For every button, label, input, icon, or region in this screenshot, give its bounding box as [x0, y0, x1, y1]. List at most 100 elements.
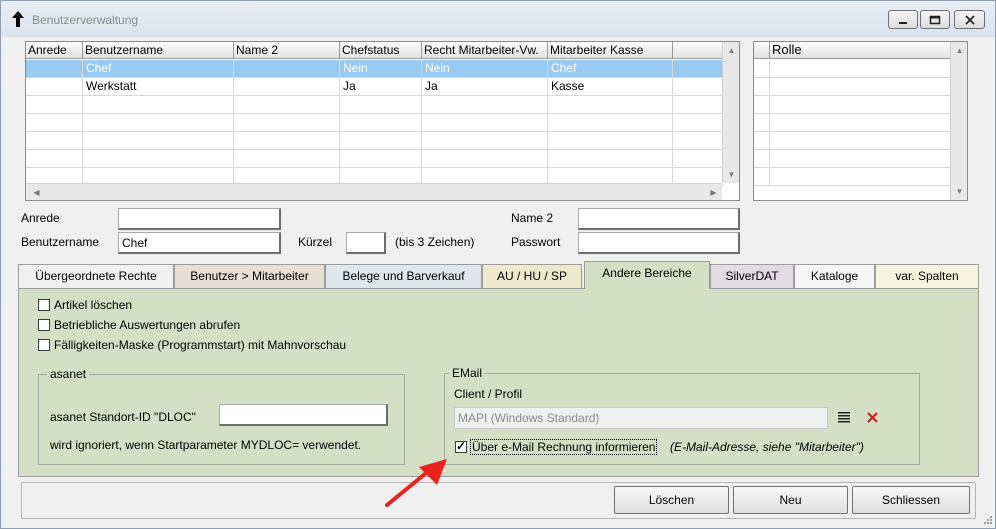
cell: Nein	[422, 60, 548, 78]
resize-grip-icon[interactable]	[981, 515, 993, 527]
cell: Nein	[340, 60, 422, 78]
title-bar: Benutzerverwaltung	[1, 1, 995, 37]
scroll-up-icon[interactable]: ▲	[951, 42, 967, 59]
checkbox-checked[interactable]	[455, 439, 467, 453]
restore-icon	[929, 15, 941, 24]
asanet-standort-label: asanet Standort-ID "DLOC"	[50, 410, 196, 424]
role-col-indicator	[754, 42, 770, 59]
anrede-label: Anrede	[21, 211, 60, 225]
users-grid[interactable]: Anrede Benutzername Name 2 Chefstatus Re…	[25, 41, 740, 201]
cell: Ja	[340, 78, 422, 96]
email-inform-option[interactable]: Über e-Mail Rechnung informieren	[455, 439, 658, 455]
cell: Chef	[548, 60, 673, 78]
tab-uebergeordnete-rechte[interactable]: Übergeordnete Rechte	[18, 264, 174, 288]
kuerzel-hint: (bis 3 Zeichen)	[395, 235, 475, 249]
email-inform-hint: (E-Mail-Adresse, siehe "Mitarbeiter")	[670, 440, 864, 454]
tab-au-hu-sp[interactable]: AU / HU / SP	[482, 264, 582, 288]
email-inform-label: Über e-Mail Rechnung informieren	[470, 439, 658, 455]
permission-faelligkeiten[interactable]: Fälligkeiten-Maske (Programmstart) mit M…	[38, 338, 346, 352]
vertical-scrollbar[interactable]: ▲ ▼	[722, 42, 739, 183]
email-group-title: EMail	[449, 366, 486, 380]
scroll-left-icon[interactable]: ◀	[28, 184, 45, 200]
cell	[234, 78, 340, 96]
cell: Ja	[422, 78, 548, 96]
col-header-empty	[673, 42, 724, 59]
table-row-empty	[26, 150, 724, 168]
kuerzel-field[interactable]	[346, 232, 386, 254]
checkbox[interactable]	[38, 339, 50, 351]
scroll-down-icon[interactable]: ▼	[723, 166, 739, 183]
close-window-button[interactable]	[954, 10, 985, 29]
checkbox[interactable]	[38, 299, 50, 311]
table-row-empty	[26, 96, 724, 114]
role-vertical-scrollbar[interactable]: ▲ ▼	[950, 42, 967, 200]
name2-label: Name 2	[511, 211, 554, 225]
permission-artikel-loeschen[interactable]: Artikel löschen	[38, 298, 132, 312]
close-icon	[964, 14, 975, 25]
cell	[26, 78, 83, 96]
checkbox-label: Betriebliche Auswertungen abrufen	[54, 318, 241, 332]
asanet-group-title: asanet	[47, 367, 90, 381]
benutzername-label: Benutzername	[21, 235, 100, 249]
permission-auswertungen[interactable]: Betriebliche Auswertungen abrufen	[38, 318, 240, 332]
cell: Chef	[83, 60, 234, 78]
checkbox-label: Fälligkeiten-Maske (Programmstart) mit M…	[54, 338, 347, 352]
cell	[234, 60, 340, 78]
kuerzel-label: Kürzel	[298, 235, 333, 249]
scroll-down-icon[interactable]: ▼	[951, 183, 967, 200]
new-button-label: Neu	[779, 493, 802, 507]
list-icon[interactable]	[838, 411, 850, 423]
table-row-empty	[26, 114, 724, 132]
col-header-mitarbeiter-kasse[interactable]: Mitarbeiter Kasse	[548, 42, 673, 59]
annotation-arrow-icon	[385, 459, 447, 507]
tab-panel-andere-bereiche: Artikel löschen Betriebliche Auswertunge…	[18, 288, 979, 477]
role-grid[interactable]: Rolle ▲ ▼	[753, 41, 968, 201]
tab-benutzer-mitarbeiter[interactable]: Benutzer > Mitarbeiter	[174, 264, 325, 288]
tab-andere-bereiche[interactable]: Andere Bereiche	[584, 261, 710, 289]
cell	[26, 60, 83, 78]
col-header-chefstatus[interactable]: Chefstatus	[340, 42, 422, 59]
checkbox-label: Artikel löschen	[54, 298, 133, 312]
col-header-recht-mitarbeiter[interactable]: Recht Mitarbeiter-Vw.	[422, 42, 548, 59]
close-button[interactable]: Schliessen	[852, 486, 970, 514]
maximize-button[interactable]	[920, 10, 950, 29]
anrede-field[interactable]	[118, 208, 281, 230]
benutzername-field[interactable]	[118, 232, 281, 254]
table-row-empty	[26, 132, 724, 150]
window-title: Benutzerverwaltung	[32, 13, 139, 27]
delete-x-icon[interactable]	[866, 411, 879, 424]
asanet-note: wird ignoriert, wenn Startparameter MYDL…	[50, 438, 362, 452]
arrow-up-icon	[12, 11, 24, 27]
tab-belege-barverkauf[interactable]: Belege und Barverkauf	[325, 264, 482, 288]
tab-var-spalten[interactable]: var. Spalten	[875, 264, 979, 288]
tab-silverdat[interactable]: SilverDAT	[710, 264, 794, 288]
table-row[interactable]: Chef Nein Nein Chef	[26, 60, 724, 78]
delete-button[interactable]: Löschen	[614, 486, 729, 514]
cell: Kasse	[548, 78, 673, 96]
scroll-up-icon[interactable]: ▲	[723, 42, 739, 59]
checkbox[interactable]	[38, 319, 50, 331]
email-group: EMail Client / Profil Über e-Mail Rechnu…	[444, 366, 920, 465]
email-client-field[interactable]	[454, 407, 828, 429]
new-button[interactable]: Neu	[733, 486, 848, 514]
passwort-field[interactable]	[578, 232, 740, 254]
asanet-standort-field[interactable]	[219, 404, 388, 426]
minimize-icon	[899, 21, 907, 24]
col-header-name2[interactable]: Name 2	[234, 42, 340, 59]
asanet-group: asanet asanet Standort-ID "DLOC" wird ig…	[38, 367, 405, 465]
col-header-anrede[interactable]: Anrede	[26, 42, 83, 59]
cell: Werkstatt	[83, 78, 234, 96]
close-button-label: Schliessen	[881, 493, 941, 507]
delete-button-label: Löschen	[648, 493, 695, 507]
window: Benutzerverwaltung Anrede Benutzername N…	[0, 0, 996, 529]
passwort-label: Passwort	[511, 235, 561, 249]
name2-field[interactable]	[578, 208, 740, 230]
email-client-label: Client / Profil	[454, 387, 523, 401]
table-row[interactable]: Werkstatt Ja Ja Kasse	[26, 78, 724, 96]
minimize-button[interactable]	[888, 10, 918, 29]
scroll-right-icon[interactable]: ▶	[705, 184, 722, 200]
tab-kataloge[interactable]: Kataloge	[794, 264, 875, 288]
col-header-rolle[interactable]: Rolle	[770, 42, 951, 59]
horizontal-scrollbar[interactable]: ◀ ▶	[26, 183, 722, 200]
col-header-benutzername[interactable]: Benutzername	[83, 42, 234, 59]
